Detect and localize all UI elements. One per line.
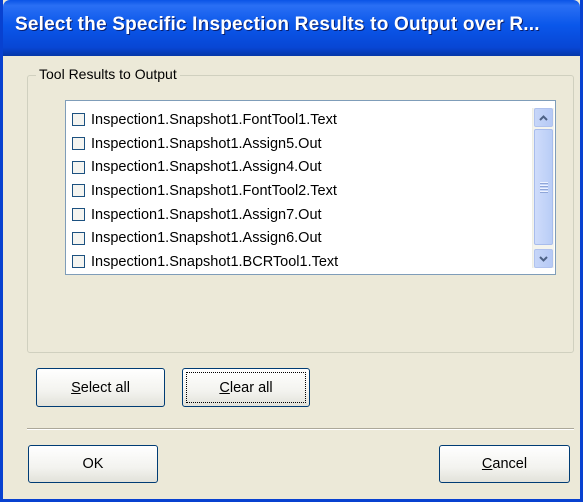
select-all-label: Select all [71, 379, 130, 396]
list-item-label: Inspection1.Snapshot1.Assign6.Out [91, 230, 322, 247]
chevron-up-icon [539, 114, 548, 121]
dialog-window: Select the Specific Inspection Results t… [0, 0, 583, 502]
cancel-label: Cancel [481, 456, 528, 472]
ok-button[interactable]: OK [28, 445, 158, 483]
list-items-container: Inspection1.Snapshot1.FontTool1.Text Ins… [66, 108, 526, 274]
ok-label: OK [82, 456, 104, 472]
cancel-button[interactable]: Cancel [439, 445, 570, 483]
scroll-thumb[interactable] [534, 129, 553, 245]
separator [27, 428, 574, 430]
select-all-button[interactable]: Select all [36, 368, 165, 407]
chevron-down-icon [539, 255, 548, 262]
list-item[interactable]: Inspection1.Snapshot1.FontTool2.Text [66, 179, 526, 203]
list-item[interactable]: Inspection1.Snapshot1.Assign5.Out [66, 132, 526, 156]
thumb-grip [540, 182, 548, 194]
scroll-up-button[interactable] [534, 108, 553, 127]
scroll-down-button[interactable] [534, 249, 553, 268]
list-item[interactable]: Inspection1.Snapshot1.Assign4.Out [66, 155, 526, 179]
list-item-label: Inspection1.Snapshot1.FontTool2.Text [91, 182, 337, 199]
list-item-label: Inspection1.Snapshot1.Assign5.Out [91, 135, 322, 152]
list-item-label: Inspection1.Snapshot1.FontTool1.Text [91, 111, 337, 128]
group-legend: Tool Results to Output [36, 66, 180, 82]
list-item-label: Inspection1.Snapshot1.Assign7.Out [91, 206, 322, 223]
list-item-label: Inspection1.Snapshot1.Assign4.Out [91, 159, 322, 176]
checkbox[interactable] [72, 160, 85, 174]
checkbox[interactable] [72, 255, 85, 269]
window-title: Select the Specific Inspection Results t… [15, 14, 540, 35]
clear-all-button[interactable]: Clear all [182, 368, 310, 407]
list-item[interactable]: Inspection1.Snapshot1.Assign6.Out [66, 226, 526, 250]
list-item-label: Inspection1.Snapshot1.BCRTool1.Text [91, 253, 339, 270]
checkbox[interactable] [72, 184, 85, 198]
list-item[interactable]: Inspection1.Snapshot1.Assign7.Out [66, 203, 526, 227]
vertical-scrollbar[interactable] [532, 108, 554, 268]
checkbox[interactable] [72, 208, 85, 222]
tool-results-list[interactable]: Inspection1.Snapshot1.FontTool1.Text Ins… [65, 100, 556, 275]
checkbox[interactable] [72, 137, 85, 151]
checkbox[interactable] [72, 113, 85, 127]
list-item[interactable]: Inspection1.Snapshot1.FontTool1.Text [66, 108, 526, 132]
checkbox[interactable] [72, 231, 85, 245]
list-item[interactable]: Inspection1.Snapshot1.BCRTool1.Text [66, 250, 526, 274]
focus-rectangle [186, 372, 306, 403]
title-bar[interactable]: Select the Specific Inspection Results t… [3, 0, 580, 56]
